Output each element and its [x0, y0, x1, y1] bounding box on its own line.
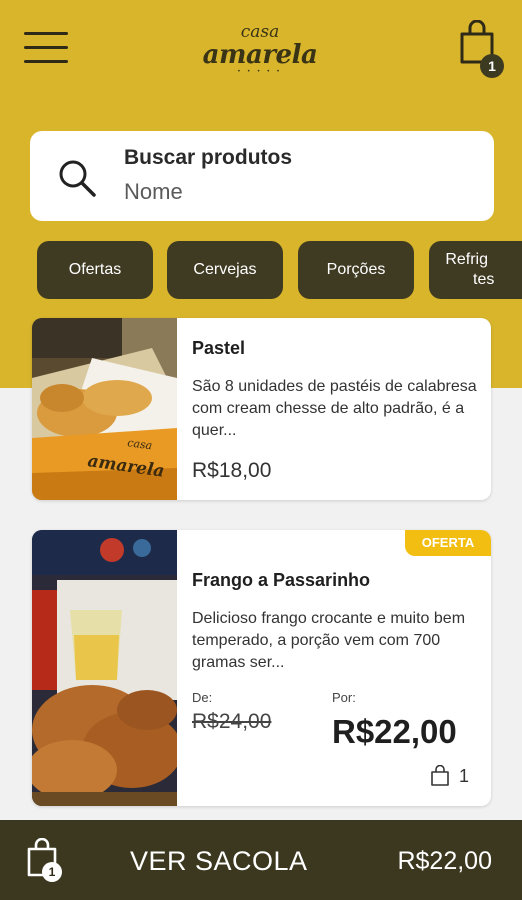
product-card-pastel[interactable]: casa amarela Pastel São 8 unidades de pa… — [32, 318, 491, 500]
product-name: Pastel — [192, 338, 246, 358]
new-price-label: Por: — [332, 690, 356, 705]
product-card-frango[interactable]: OFERTA Frango a Passarinho Delicioso fra… — [32, 530, 491, 806]
logo-small-text: casa — [240, 22, 280, 42]
menu-bar-icon — [24, 32, 68, 35]
cart-button[interactable]: 1 — [456, 20, 506, 78]
old-price-label: De: — [192, 690, 213, 705]
category-label-line: Refrig — [445, 251, 489, 268]
product-image-pastel: casa amarela — [32, 318, 177, 500]
category-chip-cervejas[interactable]: Cervejas — [167, 241, 283, 299]
product-name: Frango a Passarinho — [192, 570, 371, 590]
old-price: R$24,00 — [192, 710, 272, 733]
cart-count-badge: 1 — [480, 54, 504, 78]
bag-count-badge: 1 — [42, 862, 62, 882]
menu-bar-icon — [24, 60, 68, 63]
product-price: R$18,00 — [192, 459, 272, 482]
new-price: R$22,00 — [332, 713, 457, 750]
category-label: Refrig tes — [439, 250, 494, 290]
category-label: Ofertas — [68, 261, 122, 278]
logo-big-text: amarela — [202, 40, 318, 70]
search-title: Buscar produtos — [124, 146, 293, 169]
category-chip-refrigerantes[interactable]: Refrig tes — [429, 241, 522, 299]
shopping-bag-icon — [431, 765, 449, 786]
search-icon — [59, 160, 96, 197]
offer-badge: OFERTA — [405, 530, 491, 556]
category-label: Cervejas — [193, 261, 257, 278]
product-image-frango — [32, 530, 177, 806]
category-list: Ofertas Cervejas Porções Refrig tes — [0, 241, 522, 299]
bag-total: R$22,00 — [397, 847, 492, 875]
view-bag-label: VER SACOLA — [130, 846, 308, 876]
bag-button[interactable]: 1 — [26, 838, 66, 884]
menu-bar-icon — [24, 46, 68, 49]
product-description: São 8 unidades de pastéis de calabresa c… — [192, 378, 477, 439]
product-description: Delicioso frango crocante e muito bem te… — [192, 610, 466, 671]
quantity-value: 1 — [459, 765, 470, 786]
menu-button[interactable] — [24, 30, 68, 66]
category-label-line: tes — [473, 271, 495, 288]
view-bag-bar[interactable]: 1 VER SACOLA R$22,00 — [0, 820, 522, 900]
logo: casa amarela • • • • • — [200, 24, 320, 84]
category-chip-porcoes[interactable]: Porções — [298, 241, 414, 299]
search-input[interactable] — [124, 176, 464, 208]
quantity-indicator[interactable]: 1 — [429, 765, 469, 787]
category-label: Porções — [326, 261, 386, 278]
category-chip-ofertas[interactable]: Ofertas — [37, 241, 153, 299]
